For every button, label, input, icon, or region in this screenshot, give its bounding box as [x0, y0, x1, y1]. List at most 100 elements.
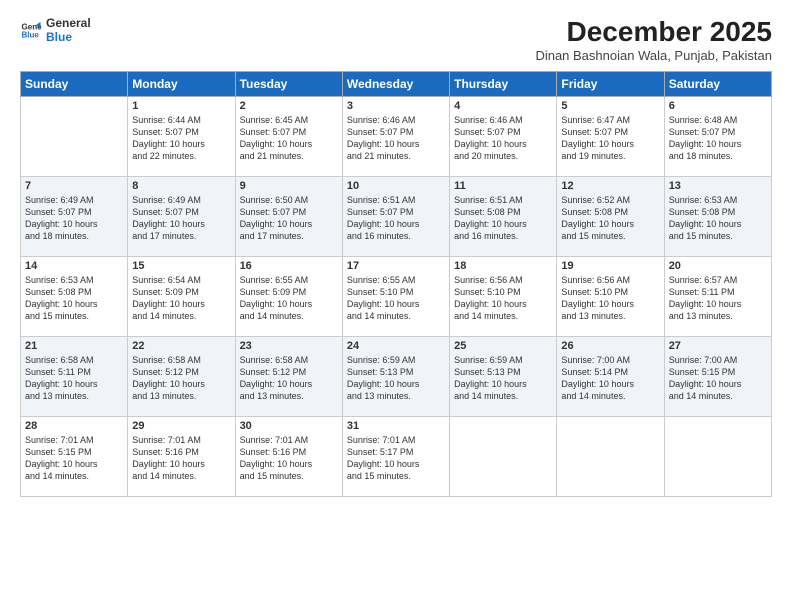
calendar-cell: 6 Sunrise: 6:48 AM Sunset: 5:07 PM Daylig… [664, 97, 771, 177]
col-sunday: Sunday [21, 72, 128, 97]
day-info: Sunrise: 6:50 AM Sunset: 5:07 PM Dayligh… [240, 194, 338, 243]
svg-text:Blue: Blue [21, 31, 39, 40]
day-info: Sunrise: 6:53 AM Sunset: 5:08 PM Dayligh… [669, 194, 767, 243]
day-info: Sunrise: 6:47 AM Sunset: 5:07 PM Dayligh… [561, 114, 659, 163]
calendar-cell: 7 Sunrise: 6:49 AM Sunset: 5:07 PM Daylig… [21, 177, 128, 257]
calendar-cell: 26 Sunrise: 7:00 AM Sunset: 5:14 PM Dayli… [557, 337, 664, 417]
day-number: 16 [240, 260, 338, 272]
day-info: Sunrise: 6:55 AM Sunset: 5:09 PM Dayligh… [240, 274, 338, 323]
calendar-cell: 18 Sunrise: 6:56 AM Sunset: 5:10 PM Dayli… [450, 257, 557, 337]
day-number: 31 [347, 420, 445, 432]
day-number: 30 [240, 420, 338, 432]
day-info: Sunrise: 7:00 AM Sunset: 5:15 PM Dayligh… [669, 354, 767, 403]
day-info: Sunrise: 6:48 AM Sunset: 5:07 PM Dayligh… [669, 114, 767, 163]
calendar-cell: 2 Sunrise: 6:45 AM Sunset: 5:07 PM Daylig… [235, 97, 342, 177]
day-info: Sunrise: 6:56 AM Sunset: 5:10 PM Dayligh… [454, 274, 552, 323]
day-info: Sunrise: 6:58 AM Sunset: 5:12 PM Dayligh… [132, 354, 230, 403]
calendar-cell: 17 Sunrise: 6:55 AM Sunset: 5:10 PM Dayli… [342, 257, 449, 337]
day-info: Sunrise: 7:01 AM Sunset: 5:16 PM Dayligh… [240, 434, 338, 483]
day-info: Sunrise: 6:59 AM Sunset: 5:13 PM Dayligh… [347, 354, 445, 403]
day-info: Sunrise: 6:51 AM Sunset: 5:08 PM Dayligh… [454, 194, 552, 243]
calendar-week-1: 1Sunrise: 6:44 AM Sunset: 5:07 PM Daylig… [21, 97, 772, 177]
day-number: 17 [347, 260, 445, 272]
day-number: 6 [669, 100, 767, 112]
day-number: 1 [132, 100, 230, 112]
location-title: Dinan Bashnoian Wala, Punjab, Pakistan [535, 48, 772, 63]
day-number: 22 [132, 340, 230, 352]
calendar-table: Sunday Monday Tuesday Wednesday Thursday… [20, 71, 772, 497]
calendar-cell: 3Sunrise: 6:46 AM Sunset: 5:07 PM Daylig… [342, 97, 449, 177]
calendar-page: General Blue General Blue December 2025 … [0, 0, 792, 612]
day-number: 8 [132, 180, 230, 192]
calendar-cell: 28 Sunrise: 7:01 AM Sunset: 5:15 PM Dayli… [21, 417, 128, 497]
day-number: 29 [132, 420, 230, 432]
calendar-cell: 27 Sunrise: 7:00 AM Sunset: 5:15 PM Dayli… [664, 337, 771, 417]
calendar-cell: 19 Sunrise: 6:56 AM Sunset: 5:10 PM Dayli… [557, 257, 664, 337]
day-number: 23 [240, 340, 338, 352]
day-info: Sunrise: 7:00 AM Sunset: 5:14 PM Dayligh… [561, 354, 659, 403]
month-title: December 2025 [535, 16, 772, 48]
day-info: Sunrise: 6:52 AM Sunset: 5:08 PM Dayligh… [561, 194, 659, 243]
day-number: 9 [240, 180, 338, 192]
day-number: 28 [25, 420, 123, 432]
header-row: General Blue General Blue December 2025 … [20, 16, 772, 63]
day-number: 19 [561, 260, 659, 272]
day-info: Sunrise: 6:53 AM Sunset: 5:08 PM Dayligh… [25, 274, 123, 323]
logo-icon: General Blue [20, 19, 42, 41]
calendar-cell: 14Sunrise: 6:53 AM Sunset: 5:08 PM Dayli… [21, 257, 128, 337]
day-info: Sunrise: 6:54 AM Sunset: 5:09 PM Dayligh… [132, 274, 230, 323]
day-info: Sunrise: 6:51 AM Sunset: 5:07 PM Dayligh… [347, 194, 445, 243]
calendar-cell: 1Sunrise: 6:44 AM Sunset: 5:07 PM Daylig… [128, 97, 235, 177]
col-saturday: Saturday [664, 72, 771, 97]
day-number: 5 [561, 100, 659, 112]
calendar-cell: 23 Sunrise: 6:58 AM Sunset: 5:12 PM Dayli… [235, 337, 342, 417]
day-info: Sunrise: 6:49 AM Sunset: 5:07 PM Dayligh… [25, 194, 123, 243]
calendar-cell: 13 Sunrise: 6:53 AM Sunset: 5:08 PM Dayli… [664, 177, 771, 257]
calendar-cell [450, 417, 557, 497]
calendar-week-5: 28 Sunrise: 7:01 AM Sunset: 5:15 PM Dayli… [21, 417, 772, 497]
calendar-cell: 5 Sunrise: 6:47 AM Sunset: 5:07 PM Daylig… [557, 97, 664, 177]
day-number: 7 [25, 180, 123, 192]
day-number: 2 [240, 100, 338, 112]
col-tuesday: Tuesday [235, 72, 342, 97]
calendar-cell: 8Sunrise: 6:49 AM Sunset: 5:07 PM Daylig… [128, 177, 235, 257]
day-info: Sunrise: 6:59 AM Sunset: 5:13 PM Dayligh… [454, 354, 552, 403]
calendar-cell: 21Sunrise: 6:58 AM Sunset: 5:11 PM Dayli… [21, 337, 128, 417]
calendar-week-2: 7 Sunrise: 6:49 AM Sunset: 5:07 PM Daylig… [21, 177, 772, 257]
day-number: 4 [454, 100, 552, 112]
col-thursday: Thursday [450, 72, 557, 97]
calendar-cell: 24 Sunrise: 6:59 AM Sunset: 5:13 PM Dayli… [342, 337, 449, 417]
calendar-cell: 15 Sunrise: 6:54 AM Sunset: 5:09 PM Dayli… [128, 257, 235, 337]
day-info: Sunrise: 6:55 AM Sunset: 5:10 PM Dayligh… [347, 274, 445, 323]
day-number: 18 [454, 260, 552, 272]
day-number: 26 [561, 340, 659, 352]
day-info: Sunrise: 6:56 AM Sunset: 5:10 PM Dayligh… [561, 274, 659, 323]
header-row-days: Sunday Monday Tuesday Wednesday Thursday… [21, 72, 772, 97]
day-number: 13 [669, 180, 767, 192]
col-monday: Monday [128, 72, 235, 97]
calendar-cell [664, 417, 771, 497]
day-info: Sunrise: 7:01 AM Sunset: 5:15 PM Dayligh… [25, 434, 123, 483]
day-info: Sunrise: 6:58 AM Sunset: 5:11 PM Dayligh… [25, 354, 123, 403]
calendar-cell: 31Sunrise: 7:01 AM Sunset: 5:17 PM Dayli… [342, 417, 449, 497]
day-number: 20 [669, 260, 767, 272]
calendar-cell: 12 Sunrise: 6:52 AM Sunset: 5:08 PM Dayli… [557, 177, 664, 257]
calendar-cell: 11 Sunrise: 6:51 AM Sunset: 5:08 PM Dayli… [450, 177, 557, 257]
calendar-cell: 4 Sunrise: 6:46 AM Sunset: 5:07 PM Daylig… [450, 97, 557, 177]
day-info: Sunrise: 6:57 AM Sunset: 5:11 PM Dayligh… [669, 274, 767, 323]
day-number: 15 [132, 260, 230, 272]
calendar-cell: 10 Sunrise: 6:51 AM Sunset: 5:07 PM Dayli… [342, 177, 449, 257]
day-number: 11 [454, 180, 552, 192]
day-number: 24 [347, 340, 445, 352]
day-info: Sunrise: 6:45 AM Sunset: 5:07 PM Dayligh… [240, 114, 338, 163]
day-number: 12 [561, 180, 659, 192]
day-info: Sunrise: 6:46 AM Sunset: 5:07 PM Dayligh… [454, 114, 552, 163]
calendar-cell: 9 Sunrise: 6:50 AM Sunset: 5:07 PM Daylig… [235, 177, 342, 257]
col-friday: Friday [557, 72, 664, 97]
day-number: 27 [669, 340, 767, 352]
calendar-cell: 29Sunrise: 7:01 AM Sunset: 5:16 PM Dayli… [128, 417, 235, 497]
day-info: Sunrise: 6:58 AM Sunset: 5:12 PM Dayligh… [240, 354, 338, 403]
day-number: 10 [347, 180, 445, 192]
calendar-cell: 30 Sunrise: 7:01 AM Sunset: 5:16 PM Dayli… [235, 417, 342, 497]
day-number: 3 [347, 100, 445, 112]
